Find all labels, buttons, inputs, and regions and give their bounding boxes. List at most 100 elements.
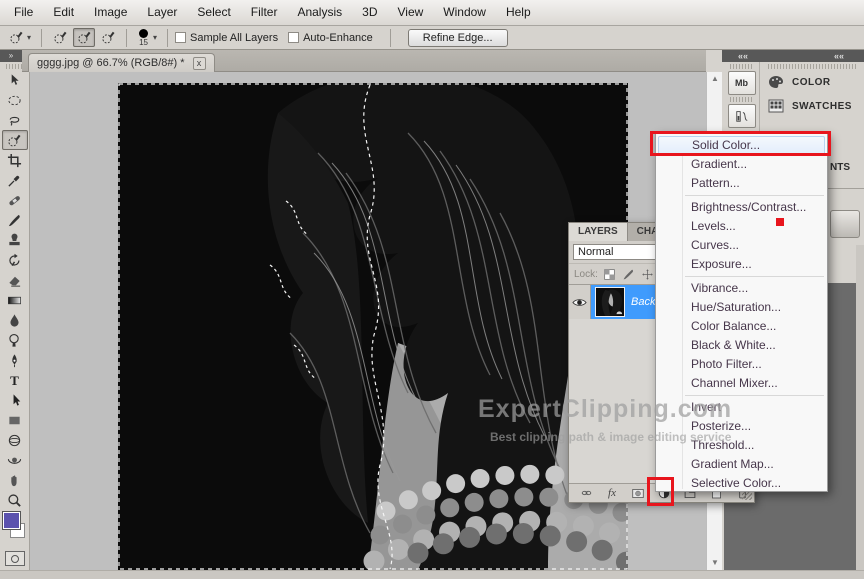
menu-item-pattern[interactable]: Pattern... xyxy=(656,174,827,193)
menu-item-hue-saturation[interactable]: Hue/Saturation... xyxy=(656,298,827,317)
menu-item-photo-filter[interactable]: Photo Filter... xyxy=(656,355,827,374)
tool-preset-picker[interactable]: ▾ xyxy=(6,29,34,46)
menubar-item-select[interactable]: Select xyxy=(187,0,240,25)
photo-canvas[interactable] xyxy=(118,83,628,570)
swatches-panel-tab[interactable]: SWATCHES xyxy=(762,94,864,118)
tool-gradient[interactable] xyxy=(2,290,28,310)
lock-position-button[interactable] xyxy=(641,267,655,281)
brush-tool-icon xyxy=(7,213,22,228)
layer-visibility-toggle[interactable] xyxy=(569,285,591,319)
add-layer-mask-button[interactable] xyxy=(630,486,646,500)
divider xyxy=(126,29,127,47)
scroll-up-icon[interactable]: ▲ xyxy=(707,72,723,86)
menubar-item-filter[interactable]: Filter xyxy=(241,0,288,25)
tool-pen[interactable] xyxy=(2,350,28,370)
panel-grip[interactable] xyxy=(730,64,753,69)
sample-all-layers-checkbox[interactable] xyxy=(175,32,186,43)
menubar-item-help[interactable]: Help xyxy=(496,0,541,25)
tool-rotate-3d[interactable] xyxy=(2,430,28,450)
menubar-item-layer[interactable]: Layer xyxy=(137,0,187,25)
portrait-photo xyxy=(118,83,628,570)
menubar-item-analysis[interactable]: Analysis xyxy=(287,0,352,25)
chevron-down-icon: ▾ xyxy=(27,33,31,42)
foreground-color-swatch[interactable] xyxy=(3,512,20,529)
menu-item-brightness-contrast[interactable]: Brightness/Contrast... xyxy=(656,198,827,217)
divider xyxy=(390,29,391,47)
collapse-panels-icon[interactable]: «« xyxy=(834,50,844,62)
tool-elliptical-marquee[interactable] xyxy=(2,90,28,110)
link-layers-button[interactable] xyxy=(578,486,594,500)
tab-layers[interactable]: LAYERS xyxy=(569,223,628,241)
mini-bridge-panel-button[interactable]: Mb xyxy=(728,71,756,95)
menu-item-gradient-map[interactable]: Gradient Map... xyxy=(656,455,827,474)
menu-item-vibrance[interactable]: Vibrance... xyxy=(656,279,827,298)
new-selection-mode-button[interactable] xyxy=(49,28,71,47)
lock-pixels-button[interactable] xyxy=(622,267,636,281)
subtract-from-selection-mode-button[interactable] xyxy=(97,28,119,47)
elliptical-marquee-tool-icon xyxy=(7,93,22,108)
quick-mask-button[interactable] xyxy=(5,551,25,566)
menubar-item-edit[interactable]: Edit xyxy=(43,0,84,25)
tool-blur[interactable] xyxy=(2,310,28,330)
histogram-panel-button[interactable] xyxy=(728,104,756,128)
menu-item-exposure[interactable]: Exposure... xyxy=(656,255,827,274)
tools-panel: T xyxy=(0,62,30,579)
menubar-item-3d[interactable]: 3D xyxy=(352,0,387,25)
panel-grip[interactable] xyxy=(730,97,753,102)
tool-quick-selection[interactable] xyxy=(2,130,28,150)
tool-spot-healing[interactable] xyxy=(2,190,28,210)
tool-eraser[interactable] xyxy=(2,270,28,290)
brush-size-picker[interactable]: 15 ▾ xyxy=(134,28,160,48)
watermark-subtext: Best clipping path & image editing servi… xyxy=(490,430,731,444)
color-panel-tab[interactable]: COLOR xyxy=(762,70,864,94)
orbit-3d-tool-icon xyxy=(7,453,22,468)
layer-mask-icon xyxy=(631,487,645,500)
gradient-tool-icon xyxy=(7,293,22,308)
menu-item-selective-color[interactable]: Selective Color... xyxy=(656,474,827,493)
menu-item-curves[interactable]: Curves... xyxy=(656,236,827,255)
tool-type[interactable]: T xyxy=(2,370,28,390)
tool-history-brush[interactable] xyxy=(2,250,28,270)
toolbar-expand-button[interactable]: » xyxy=(0,50,22,62)
tool-rectangle[interactable] xyxy=(2,410,28,430)
tool-eyedropper[interactable] xyxy=(2,170,28,190)
menu-item-levels[interactable]: Levels... xyxy=(656,217,827,236)
close-icon[interactable]: x xyxy=(193,57,206,70)
window-border xyxy=(0,570,864,579)
layer-thumbnail[interactable] xyxy=(596,288,624,316)
add-to-selection-mode-button[interactable] xyxy=(73,28,95,47)
menubar-item-window[interactable]: Window xyxy=(433,0,496,25)
blend-mode-select[interactable]: Normal xyxy=(573,244,661,260)
tool-hand[interactable] xyxy=(2,470,28,490)
menu-item-gradient[interactable]: Gradient... xyxy=(656,155,827,174)
lock-transparency-button[interactable] xyxy=(603,267,617,281)
quick-mask-icon xyxy=(11,555,19,563)
tool-clone-stamp[interactable] xyxy=(2,230,28,250)
tool-move[interactable] xyxy=(2,70,28,90)
tool-lasso[interactable] xyxy=(2,110,28,130)
menubar-item-view[interactable]: View xyxy=(387,0,433,25)
auto-enhance-checkbox[interactable] xyxy=(288,32,299,43)
collapse-panels-icon[interactable]: «« xyxy=(738,50,748,62)
panel-grip[interactable] xyxy=(768,64,858,69)
tool-dodge[interactable] xyxy=(2,330,28,350)
refine-edge-button[interactable]: Refine Edge... xyxy=(408,29,508,47)
menu-item-color-balance[interactable]: Color Balance... xyxy=(656,317,827,336)
menu-item-black-white[interactable]: Black & White... xyxy=(656,336,827,355)
adjustments-panel-button[interactable] xyxy=(830,210,860,238)
clone-stamp-tool-icon xyxy=(7,233,22,248)
document-tab[interactable]: gggg.jpg @ 66.7% (RGB/8#) * x xyxy=(28,53,215,72)
eraser-tool-icon xyxy=(7,273,22,288)
menubar-item-file[interactable]: File xyxy=(4,0,43,25)
panel-grip[interactable] xyxy=(6,64,23,69)
tool-brush[interactable] xyxy=(2,210,28,230)
document-tab-title: gggg.jpg @ 66.7% (RGB/8#) * xyxy=(37,57,185,69)
menu-item-channel-mixer[interactable]: Channel Mixer... xyxy=(656,374,827,393)
tool-orbit-3d[interactable] xyxy=(2,450,28,470)
layer-style-button[interactable]: fx xyxy=(604,486,620,500)
tool-zoom[interactable] xyxy=(2,490,28,510)
menubar-item-image[interactable]: Image xyxy=(84,0,137,25)
scroll-down-icon[interactable]: ▼ xyxy=(707,556,723,570)
tool-crop[interactable] xyxy=(2,150,28,170)
tool-path-selection[interactable] xyxy=(2,390,28,410)
